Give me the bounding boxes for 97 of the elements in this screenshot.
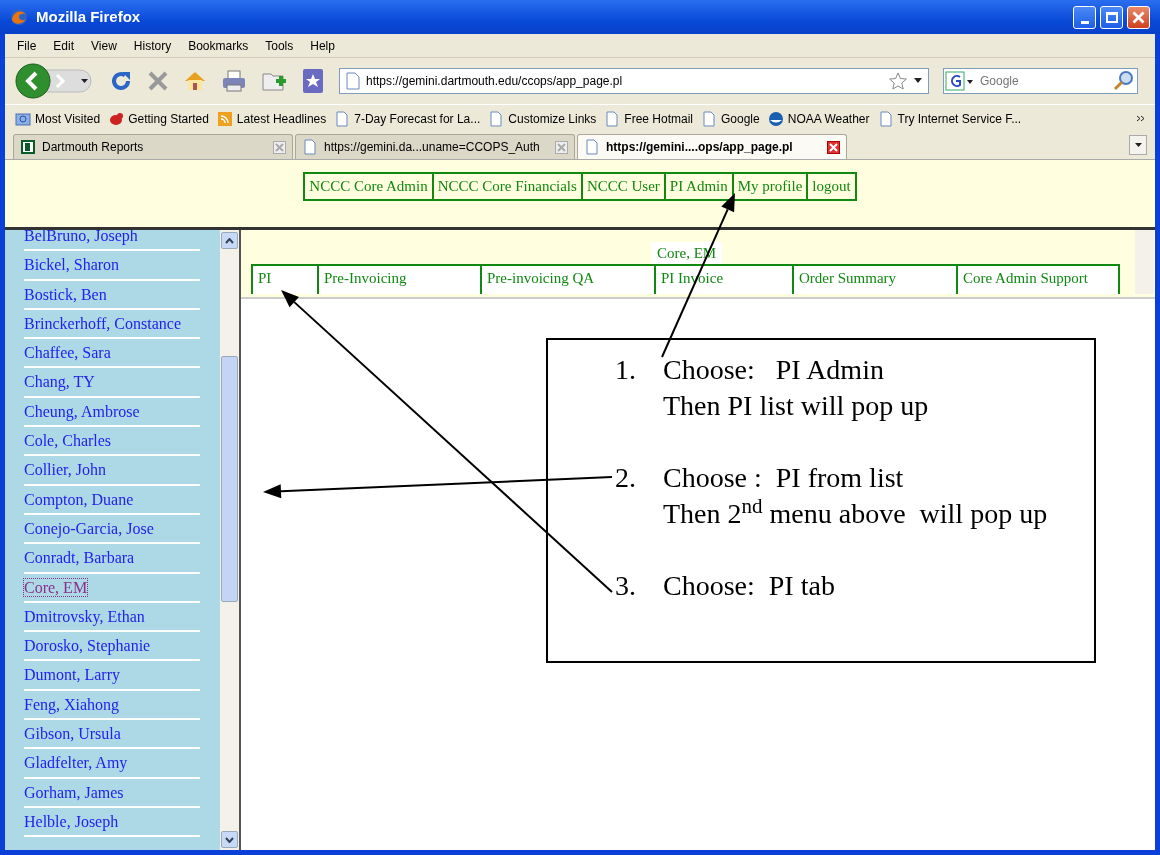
folder-icon <box>15 110 31 127</box>
bookmark-link[interactable]: Google <box>721 109 760 128</box>
bookmark-link[interactable]: Free Hotmail <box>624 109 693 128</box>
page-icon <box>877 110 894 127</box>
bookmark-link[interactable]: Try Internet Service F... <box>897 109 1022 128</box>
menu-link[interactable]: PI Admin <box>665 172 734 201</box>
pi-link[interactable]: BelBruno, Joseph <box>24 230 200 252</box>
pi-link[interactable]: Dmitrovsky, Ethan <box>24 602 200 633</box>
dropdown-icon <box>1134 142 1142 148</box>
menu-item[interactable]: File <box>17 36 37 55</box>
page-icon <box>346 72 360 90</box>
scroll-up-button[interactable] <box>221 232 238 249</box>
page-icon <box>701 110 717 127</box>
maximize-button[interactable] <box>1100 5 1123 29</box>
pi-link[interactable]: Gorham, James <box>24 778 200 808</box>
page-tab[interactable]: PI <box>251 264 319 294</box>
menu-item[interactable]: Help <box>310 36 335 55</box>
pi-link[interactable]: Gladfelter, Amy <box>24 749 200 779</box>
scrollbar[interactable] <box>220 230 239 850</box>
instruction-text: Then 2$^{nd}$ menu above will pop up <box>663 496 1049 531</box>
menu-link[interactable]: My profile <box>733 172 809 201</box>
reload-icon[interactable] <box>109 69 133 93</box>
page-icon <box>488 110 505 127</box>
step-number: 2. <box>615 461 637 495</box>
pi-link[interactable]: Gibson, Ursula <box>24 720 200 750</box>
scroll-down-button[interactable] <box>221 831 238 848</box>
pi-link[interactable]: Cheung, Ambrose <box>24 397 200 428</box>
minimize-button[interactable] <box>1073 5 1096 29</box>
home-icon[interactable] <box>183 69 207 93</box>
pi-link[interactable]: Cole, Charles <box>24 427 200 457</box>
step-number: 1. <box>615 353 637 387</box>
rss-icon <box>216 110 233 127</box>
dropdown-icon[interactable] <box>914 78 922 84</box>
browser-tab[interactable]: Dartmouth Reports <box>13 134 293 159</box>
menu-link[interactable]: logout <box>808 172 857 201</box>
chevron-icon[interactable] <box>1136 115 1145 122</box>
pi-link[interactable]: Core, EM <box>24 573 200 603</box>
step-number: 3. <box>615 569 637 603</box>
page-icon <box>302 139 318 155</box>
chevron-down-icon <box>225 836 234 843</box>
page-icon <box>584 139 600 155</box>
menu-item[interactable]: Edit <box>53 36 75 55</box>
bookmark-link[interactable]: Latest Headlines <box>236 109 327 128</box>
menu-link[interactable]: NCCC User <box>582 172 666 201</box>
pi-link[interactable]: Dorosko, Stephanie <box>24 632 200 662</box>
firefox-logo-icon <box>10 8 28 26</box>
instruction-text: Then PI list will pop up <box>663 389 930 423</box>
search-icon[interactable] <box>1113 70 1135 92</box>
pi-link[interactable]: Chang, TY <box>24 368 200 398</box>
pi-link[interactable]: Collier, John <box>24 456 200 486</box>
url-text: https://gemini.dartmouth.edu/ccops/app_page.pl <box>366 73 623 90</box>
pi-link[interactable]: Chaffee, Sara <box>24 339 200 369</box>
bookmark-link[interactable]: 7-Day Forecast for La... <box>354 109 481 128</box>
star-icon[interactable] <box>888 71 908 91</box>
bug-icon <box>108 110 125 127</box>
menu-item[interactable]: History <box>133 36 172 55</box>
globe-icon <box>767 110 784 127</box>
window-title: Mozilla Firefox <box>36 6 141 27</box>
page-icon <box>334 110 351 127</box>
instruction-text: Choose : PI from list <box>663 461 905 495</box>
menu-item[interactable]: View <box>91 36 117 55</box>
instruction-text: Choose: PI tab <box>663 569 836 603</box>
pi-link[interactable]: Helble, Joseph <box>24 807 200 838</box>
menu-link[interactable]: NCCC Core Admin <box>303 172 434 201</box>
pi-link[interactable]: Compton, Duane <box>24 485 200 515</box>
pi-link[interactable]: Conradt, Barbara <box>24 544 200 574</box>
logo-icon <box>20 139 36 155</box>
pi-link[interactable]: Brinckerhoff, Constance <box>24 309 200 340</box>
pi-link[interactable]: Feng, Xiahong <box>24 690 200 721</box>
page-tab[interactable]: Order Summary <box>794 264 958 294</box>
chevron-up-icon <box>225 237 234 244</box>
pi-link[interactable]: Bickel, Sharon <box>24 251 200 281</box>
menu-item[interactable]: Tools <box>265 36 294 55</box>
tab-close-button[interactable] <box>827 140 840 154</box>
browser-tab[interactable]: https://gemini....ops/app_page.pl <box>577 134 847 159</box>
bookmark-link[interactable]: NOAA Weather <box>787 109 870 128</box>
printer-icon[interactable] <box>221 69 247 93</box>
address-field[interactable]: https://gemini.dartmouth.edu/ccops/app_page.pl <box>339 68 929 94</box>
search-engine-icon[interactable] <box>944 69 976 93</box>
pi-link[interactable]: Bostick, Ben <box>24 280 200 310</box>
page-tab[interactable]: Pre-Invoicing <box>319 264 482 294</box>
instruction-text: Choose: PI Admin <box>663 353 885 387</box>
menu-link[interactable]: NCCC Core Financials <box>433 172 583 201</box>
browser-tab[interactable]: https://gemini.da...uname=CCOPS_Auth <box>295 134 575 159</box>
back-forward-button[interactable] <box>15 63 95 99</box>
page-tab[interactable]: Core Admin Support <box>958 264 1120 294</box>
scrollbar[interactable] <box>1135 230 1154 294</box>
pi-link[interactable]: Dumont, Larry <box>24 661 200 691</box>
bookmark-link[interactable]: Most Visited <box>35 109 101 128</box>
tab-list-button[interactable] <box>1129 135 1147 155</box>
close-button[interactable] <box>1127 5 1150 29</box>
pi-link[interactable]: Conejo-Garcia, Jose <box>24 514 200 545</box>
page-icon <box>604 110 621 127</box>
menu-item[interactable]: Bookmarks <box>188 36 249 55</box>
bookmark-link[interactable]: Customize Links <box>508 109 597 128</box>
page-tab[interactable]: Pre-invoicing QA <box>482 264 656 294</box>
bookmark-link[interactable]: Getting Started <box>128 109 209 128</box>
